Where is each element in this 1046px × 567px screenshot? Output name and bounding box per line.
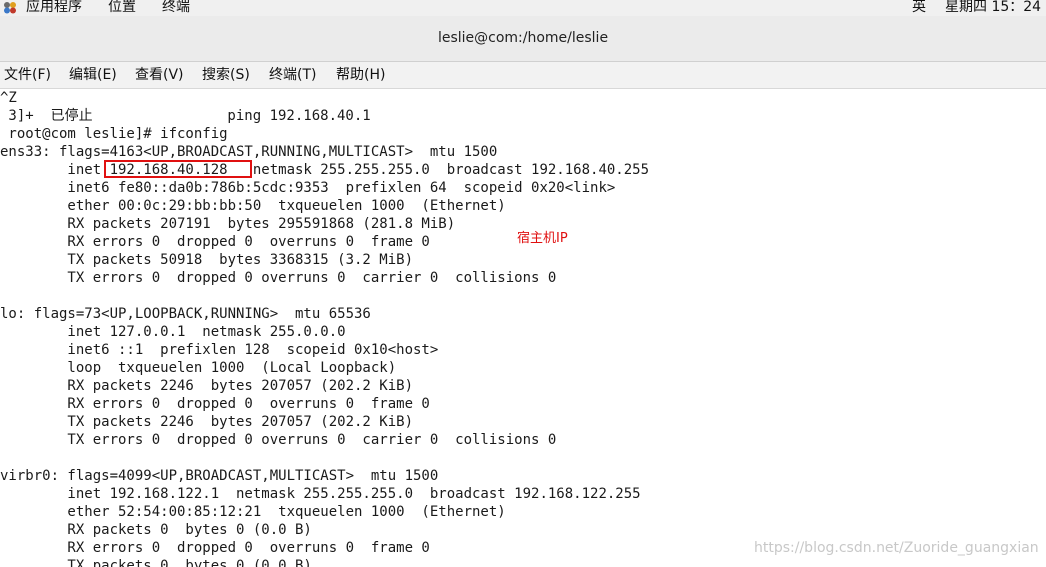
menu-file[interactable]: 文件(F) (4, 65, 51, 85)
ip-highlight-box (104, 160, 252, 178)
input-method-indicator[interactable]: 英 (912, 0, 926, 15)
places-menu[interactable]: 位置 (108, 0, 136, 15)
terminal-menu-bar: 文件(F) 编辑(E) 查看(V) 搜索(S) 终端(T) 帮助(H) (0, 62, 1046, 89)
terminal-line: loop txqueuelen 1000 (Local Loopback) (0, 360, 397, 376)
menu-help[interactable]: 帮助(H) (336, 65, 385, 85)
menu-edit[interactable]: 编辑(E) (69, 65, 117, 85)
terminal-line: TX packets 50918 bytes 3368315 (3.2 MiB) (0, 252, 414, 268)
terminal-line: RX errors 0 dropped 0 overruns 0 frame 0 (0, 234, 430, 250)
terminal-line: ether 00:0c:29:bb:bb:50 txqueuelen 1000 … (0, 198, 506, 214)
terminal-line: RX errors 0 dropped 0 overruns 0 frame 0 (0, 540, 430, 556)
menu-view[interactable]: 查看(V) (135, 65, 184, 85)
terminal-line: TX errors 0 dropped 0 overruns 0 carrier… (0, 270, 557, 286)
terminal-line: TX packets 2246 bytes 207057 (202.2 KiB) (0, 414, 414, 430)
terminal-line: inet 192.168.40.128 netmask 255.255.255.… (0, 162, 650, 178)
terminal-line: RX errors 0 dropped 0 overruns 0 frame 0 (0, 396, 430, 412)
terminal-line: virbr0: flags=4099<UP,BROADCAST,MULTICAS… (0, 468, 439, 484)
terminal-line: RX packets 2246 bytes 207057 (202.2 KiB) (0, 378, 414, 394)
terminal-line: TX packets 0 bytes 0 (0.0 B) (0, 558, 312, 567)
terminal-line: ens33: flags=4163<UP,BROADCAST,RUNNING,M… (0, 144, 498, 160)
terminal-line: ether 52:54:00:85:12:21 txqueuelen 1000 … (0, 504, 506, 520)
terminal-line: inet6 fe80::da0b:786b:5cdc:9353 prefixle… (0, 180, 616, 196)
menu-search[interactable]: 搜索(S) (202, 65, 250, 85)
terminal-line: 3]+ 已停止 ping 192.168.40.1 (0, 108, 371, 124)
terminal-line: inet 192.168.122.1 netmask 255.255.255.0… (0, 486, 641, 502)
terminal-line: lo: flags=73<UP,LOOPBACK,RUNNING> mtu 65… (0, 306, 371, 322)
terminal-line: RX packets 207191 bytes 295591868 (281.8… (0, 216, 456, 232)
host-ip-annotation: 宿主机IP (517, 231, 568, 246)
applications-menu[interactable]: 应用程序 (26, 0, 82, 15)
csdn-watermark: https://blog.csdn.net/Zuoride_guangxian (754, 540, 1039, 556)
clock[interactable]: 星期四 15：24 (945, 0, 1041, 15)
terminal-line: RX packets 0 bytes 0 (0.0 B) (0, 522, 312, 538)
window-title-bar: leslie@com:/home/leslie (0, 16, 1046, 62)
window-title: leslie@com:/home/leslie (437, 30, 609, 46)
terminal-app-menu[interactable]: 终端 (162, 0, 190, 15)
terminal-line: TX errors 0 dropped 0 overruns 0 carrier… (0, 432, 557, 448)
menu-terminal[interactable]: 终端(T) (269, 65, 316, 85)
terminal-line: ^Z (0, 90, 17, 106)
terminal-line: inet6 ::1 prefixlen 128 scopeid 0x10<hos… (0, 342, 439, 358)
gnome-top-bar: 应用程序 位置 终端 英 星期四 15：24 (0, 0, 1046, 16)
terminal-line: root@com leslie]# ifconfig (0, 126, 228, 142)
terminal-line: inet 127.0.0.1 netmask 255.0.0.0 (0, 324, 346, 340)
gnome-apps-icon[interactable] (3, 1, 17, 14)
